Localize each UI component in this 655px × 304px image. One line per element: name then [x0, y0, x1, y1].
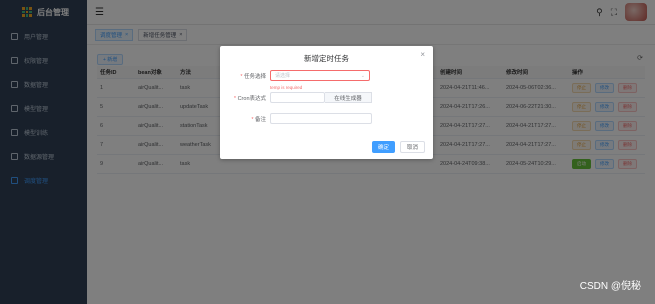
task-select-label: * 任务选择 — [220, 72, 270, 80]
confirm-button[interactable]: 确定 — [371, 141, 395, 153]
task-select-placeholder: 请选择 — [275, 73, 291, 79]
close-icon[interactable]: × — [420, 50, 425, 59]
task-select-label-text: 任务选择 — [243, 73, 266, 80]
add-task-dialog: 新增定时任务 × * 任务选择 请选择 ⌄ temp is required *… — [220, 46, 433, 159]
cron-input[interactable] — [270, 92, 325, 103]
dialog-footer: 确定 取消 — [371, 141, 425, 153]
cron-row: * Cron表达式 在线生成器 — [220, 92, 372, 103]
chevron-down-icon: ⌄ — [360, 72, 365, 79]
remark-label: * 备注 — [220, 115, 270, 123]
remark-label-text: 备注 — [254, 116, 266, 123]
cron-label: * Cron表达式 — [220, 94, 270, 102]
cancel-button[interactable]: 取消 — [399, 141, 425, 153]
remark-input[interactable] — [270, 113, 372, 124]
task-select-error: temp is required — [270, 85, 303, 90]
cron-generator-button[interactable]: 在线生成器 — [325, 92, 372, 103]
remark-row: * 备注 — [220, 113, 372, 124]
dialog-title: 新增定时任务 — [304, 54, 349, 63]
cron-label-text: Cron表达式 — [237, 95, 266, 102]
app-root: 后台管理 用户管理 权限管理 数据管理 模型管理 模型训练 数据源管理 调度管理… — [0, 0, 655, 304]
watermark: CSDN @倪秘 — [579, 281, 641, 292]
task-select-row: * 任务选择 请选择 ⌄ — [220, 70, 370, 81]
task-select[interactable]: 请选择 ⌄ — [270, 70, 370, 81]
